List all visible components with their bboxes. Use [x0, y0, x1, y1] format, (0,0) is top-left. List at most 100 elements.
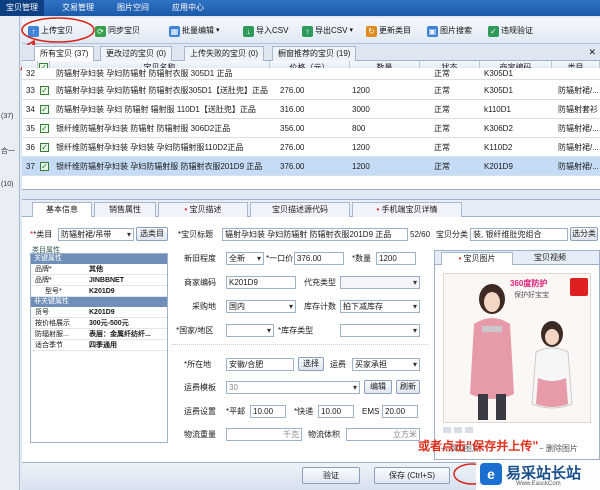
required-star: • [184, 205, 188, 214]
country-select[interactable] [226, 324, 274, 337]
category-select[interactable]: 防辐射裙/吊带 [58, 228, 134, 241]
table-row[interactable]: 35 ✓ 银纤维防辐射孕妇装 防辐射 防辐射服 306D2正品 356.00 8… [22, 119, 600, 138]
splitter[interactable] [22, 190, 600, 200]
top-tab-trade-management[interactable]: 交易管理 [56, 0, 100, 16]
thumbnail-dot[interactable] [454, 427, 462, 433]
image-search-label: 图片搜索 [440, 26, 472, 35]
tab-changed-products[interactable]: 更改过的宝贝 (0) [100, 46, 172, 61]
price-input[interactable]: 376.00 [294, 252, 344, 265]
tab-description-source[interactable]: 宝贝描述源代码 [250, 202, 350, 217]
table-row-selected[interactable]: 37 ✓ 银纤维防辐射孕妇装 孕妇防辐射服 防辐射衣服201D9 正品 376.… [22, 157, 600, 176]
top-tab-image-space[interactable]: 图片空间 [111, 0, 155, 16]
pay-type-select[interactable] [340, 276, 420, 289]
verify-button[interactable]: 验证 [302, 467, 360, 484]
prop-value[interactable]: K201D9 [89, 286, 115, 297]
update-category-button[interactable]: ↻ 更新类目 [366, 23, 411, 39]
watermark-url: Www.EasckCom [516, 481, 561, 487]
import-csv-button[interactable]: ↓ 导入CSV [243, 23, 288, 39]
top-tab-product-management[interactable]: 宝贝管理 [0, 0, 44, 16]
thumbnail-dot[interactable] [443, 427, 451, 433]
tab-description-label: 宝贝描述 [189, 205, 222, 214]
prop-value[interactable]: K201D9 [89, 307, 115, 318]
prop-value[interactable]: 300元-500元 [89, 318, 129, 329]
freight-select[interactable]: 买家承担 [352, 358, 420, 371]
image-panel: • 宝贝图片 宝贝视频 360度防护 保护好宝宝 + 添加图片 − 删除图片 [434, 250, 600, 460]
prop-row[interactable]: 适合季节 四季通用 [31, 340, 167, 351]
code-input[interactable]: K201D9 [226, 276, 296, 289]
stock-type-select[interactable] [340, 324, 420, 337]
volume-input[interactable]: 立方米 [346, 428, 420, 441]
tab-description[interactable]: • 宝贝描述 [158, 202, 248, 217]
express-fee-input[interactable]: 10.00 [318, 405, 354, 418]
mail-label: *平邮 [226, 407, 246, 416]
row-checkbox[interactable]: ✓ [40, 124, 49, 133]
origin-label: 采购地 [192, 302, 216, 311]
freight-label: 运费 [330, 360, 346, 369]
express-label: *快递 [294, 407, 314, 416]
row-checkbox[interactable]: ✓ [40, 162, 49, 171]
mail-fee-input[interactable]: 10.00 [250, 405, 286, 418]
row-checkbox[interactable]: ✓ [40, 86, 49, 95]
prop-key: 按价格展示 [35, 320, 70, 327]
violation-check-label: 违规验证 [501, 26, 533, 35]
quantity-input[interactable]: 1200 [376, 252, 416, 265]
chevron-down-icon: ▾ [349, 27, 353, 34]
export-csv-button[interactable]: ↑ 导出CSV ▾ [302, 23, 353, 39]
table-row[interactable]: 34 ✓ 防辐射孕妇装 孕妇 防辐射 辐射服 110D1【送肚兜】正品 316.… [22, 100, 600, 119]
refresh-template-button[interactable]: 刷新 [396, 380, 420, 394]
shop-category-input[interactable]: 装, 银纤维肚兜组合 [470, 228, 568, 241]
select-shop-category-button[interactable]: 选分类 [570, 227, 598, 241]
violation-check-button[interactable]: ✓ 违规验证 [488, 23, 533, 39]
tab-product-images[interactable]: • 宝贝图片 [441, 252, 513, 265]
export-csv-label: 导出CSV [315, 26, 348, 35]
chevron-down-icon: ▾ [216, 27, 220, 34]
select-category-button[interactable]: 选类目 [136, 227, 168, 241]
prop-value[interactable]: 其他 [89, 264, 103, 275]
tab-mobile-detail-label: 手机端宝贝详情 [381, 205, 438, 214]
prop-row[interactable]: 品牌* JINBBNET [31, 275, 167, 286]
stock-select[interactable]: 拍下减库存 [340, 300, 420, 313]
tab-basic-info[interactable]: 基本信息 [32, 202, 92, 217]
row-checkbox[interactable]: ✓ [40, 105, 49, 114]
prop-row[interactable]: 货号 K201D9 [31, 307, 167, 318]
choose-location-button[interactable]: 选择 [298, 357, 324, 371]
row-index: 34 [26, 105, 35, 114]
sync-button[interactable]: ⟳ 同步宝贝 [95, 23, 140, 39]
prop-value[interactable]: JINBBNET [89, 275, 124, 286]
edit-template-button[interactable]: 编辑 [364, 380, 392, 394]
tab-sale-props[interactable]: 销售属性 [94, 202, 156, 217]
weight-input[interactable]: 千克 [226, 428, 302, 441]
row-category: 防辐射裙/... [558, 162, 599, 171]
location-input[interactable]: 安徽/合肥 [226, 358, 294, 371]
batch-edit-button[interactable]: ▦ 批量编辑 ▾ [169, 23, 220, 39]
tab-all-products[interactable]: 所有宝贝 (37) [34, 46, 95, 61]
prop-row[interactable]: 按价格展示 300元-500元 [31, 318, 167, 329]
table-row[interactable]: 33 ✓ 防辐射孕妇装 孕妇防辐射 防辐射衣服305D1【送肚兜】正品 276.… [22, 81, 600, 100]
origin-select[interactable]: 国内 [226, 300, 296, 313]
delete-image-button[interactable]: − 删除图片 [539, 443, 578, 454]
close-icon[interactable]: ✕ [588, 47, 596, 58]
prop-row[interactable]: 品牌* 其他 [31, 264, 167, 275]
prop-value[interactable]: 表层：金属纤纺纤... [89, 329, 151, 340]
product-image[interactable]: 360度防护 保护好宝宝 [443, 273, 591, 423]
template-select[interactable]: 30 [226, 381, 360, 394]
top-tab-app-center[interactable]: 应用中心 [166, 0, 210, 16]
tab-mobile-detail[interactable]: • 手机端宝贝详情 [352, 202, 462, 217]
tab-product-video[interactable]: 宝贝视频 [515, 252, 585, 265]
ems-fee-input[interactable]: 20.00 [382, 405, 418, 418]
thumbnail-dot[interactable] [465, 427, 473, 433]
row-checkbox[interactable]: ✓ [40, 143, 49, 152]
image-tabs: • 宝贝图片 宝贝视频 [435, 251, 599, 265]
tab-window-products[interactable]: 橱窗推荐的宝贝 (19) [272, 46, 357, 61]
sync-icon: ⟳ [95, 25, 106, 37]
tab-failed-products[interactable]: 上传失败的宝贝 (0) [184, 46, 264, 61]
image-search-button[interactable]: ▣ 图片搜索 [427, 23, 472, 39]
table-row[interactable]: 32 防辐射孕妇装 孕妇防辐射 防辐射衣服 305D1 正品 正常 K305D1 [22, 68, 600, 80]
table-row[interactable]: 36 ✓ 银纤维防辐射孕妇装 孕妇装 孕妇防辐射服110D2正品 276.00 … [22, 138, 600, 157]
prop-row[interactable]: 防辐射服... 表层：金属纤纺纤... [31, 329, 167, 340]
save-button[interactable]: 保存 (Ctrl+S) [374, 467, 450, 484]
title-input[interactable]: 辐射孕妇装 孕妇防辐射 防辐射衣服201D9 正品 [222, 228, 408, 241]
prop-row[interactable]: 型号* K201D9 [31, 286, 167, 297]
prop-value[interactable]: 四季通用 [89, 340, 117, 351]
condition-select[interactable]: 全新 [226, 252, 264, 265]
